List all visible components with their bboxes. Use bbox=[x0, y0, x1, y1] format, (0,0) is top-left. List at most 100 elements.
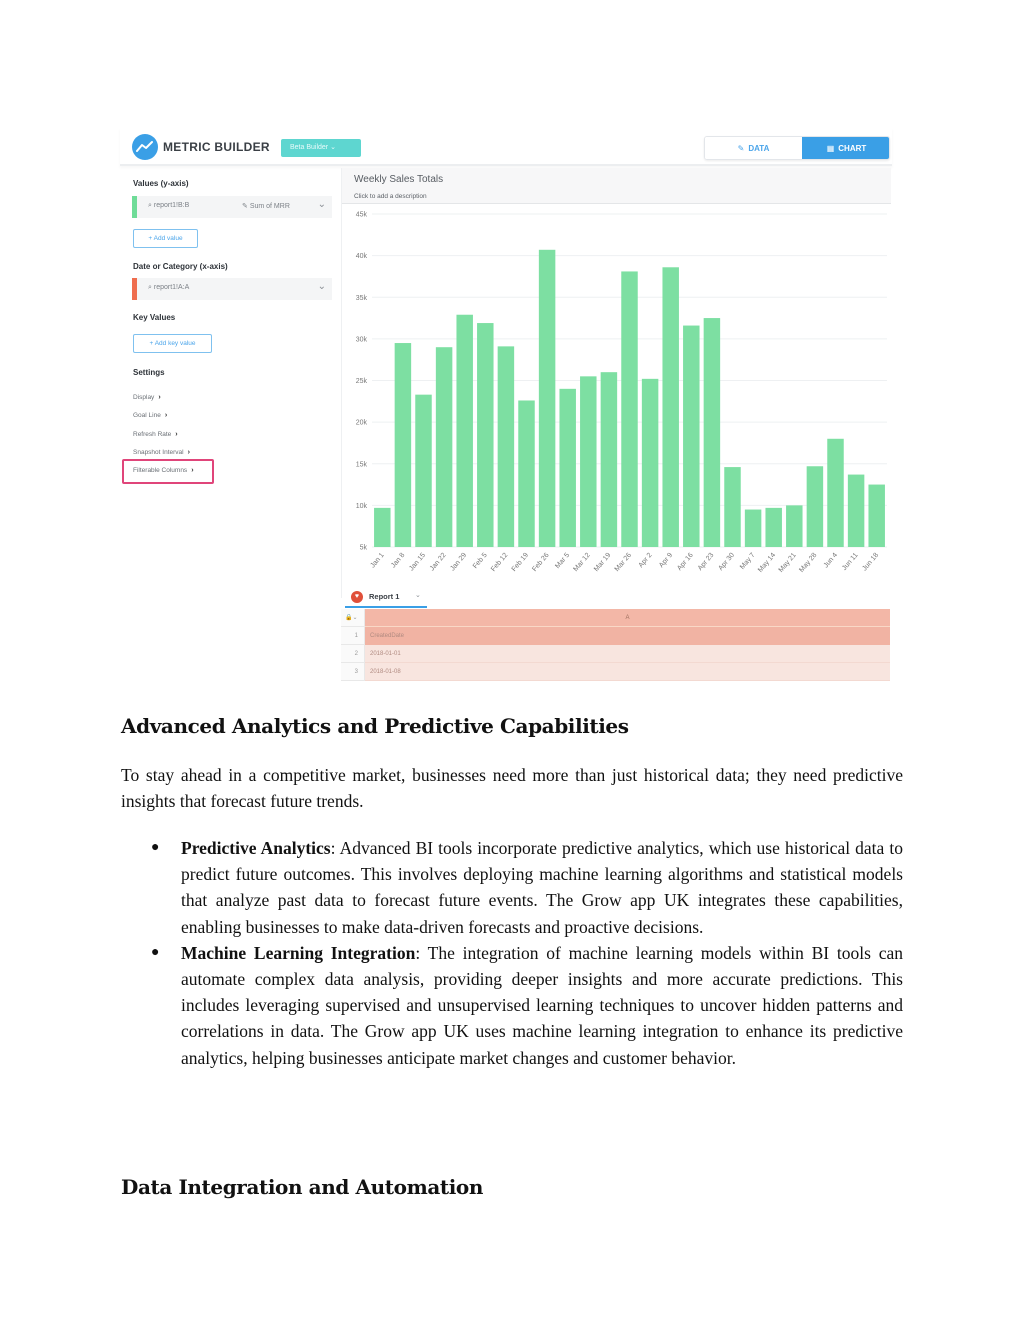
list-item: ● Predictive Analytics: Advanced BI tool… bbox=[151, 835, 903, 940]
y-tick-label: 45k bbox=[356, 212, 368, 219]
beta-builder-label: Beta Builder bbox=[290, 144, 329, 151]
bar[interactable] bbox=[580, 376, 597, 547]
section-heading: Advanced Analytics and Predictive Capabi… bbox=[121, 714, 629, 738]
column-header-a[interactable]: A bbox=[365, 609, 890, 627]
settings-item-refresh-rate[interactable]: Refresh Rate › bbox=[133, 431, 178, 438]
data-tab[interactable]: ✎ DATA bbox=[705, 137, 802, 159]
y-tick-label: 40k bbox=[356, 253, 368, 260]
bar[interactable] bbox=[868, 484, 885, 547]
x-tick-label: Feb 26 bbox=[531, 552, 550, 573]
bar[interactable] bbox=[641, 378, 659, 547]
report-tab-label: Report 1 bbox=[369, 592, 400, 601]
category-source: ⌕ report1!A:A bbox=[148, 284, 189, 292]
bar[interactable] bbox=[538, 249, 556, 548]
bar[interactable] bbox=[415, 394, 432, 547]
chart-tab[interactable]: ▦ CHART bbox=[802, 137, 889, 159]
report-tabs: ♥ Report 1 ⌄ bbox=[341, 587, 890, 609]
x-tick-label: Feb 19 bbox=[511, 552, 530, 573]
grid-cell[interactable]: 2018-01-01 bbox=[365, 645, 890, 663]
brand-name: METRIC BUILDER bbox=[163, 140, 270, 154]
category-source-text: report1!A:A bbox=[153, 284, 190, 291]
chevron-down-icon[interactable]: ⌄ bbox=[318, 281, 326, 292]
list-item-term: Machine Learning Integration bbox=[181, 942, 416, 963]
grid-cell[interactable]: CreatedDate bbox=[365, 627, 890, 645]
value-color-bar bbox=[132, 196, 137, 218]
pencil-icon: ✎ bbox=[242, 203, 250, 210]
settings-item-label: Filterable Columns bbox=[133, 467, 188, 474]
x-tick-label: Jan 8 bbox=[390, 552, 406, 570]
view-toggle: ✎ DATA ▦ CHART bbox=[704, 136, 890, 160]
x-tick-label: Mar 5 bbox=[554, 552, 571, 570]
values-section-title: Values (y-axis) bbox=[133, 179, 189, 188]
x-tick-label: Mar 12 bbox=[572, 552, 591, 573]
x-tick-label: May 14 bbox=[757, 552, 777, 574]
chevron-right-icon: › bbox=[187, 449, 190, 456]
category-section-title: Date or Category (x-axis) bbox=[133, 262, 228, 271]
category-field[interactable]: ⌕ report1!A:A ⌄ bbox=[132, 278, 332, 300]
chart-title[interactable]: Weekly Sales Totals bbox=[354, 174, 443, 185]
grid-cell[interactable]: 2018-01-08 bbox=[365, 663, 890, 681]
bar[interactable] bbox=[744, 509, 762, 547]
beta-builder-dropdown[interactable]: Beta Builder ⌄ bbox=[281, 139, 361, 157]
value-source-text: report1!B:B bbox=[153, 202, 190, 209]
bar[interactable] bbox=[600, 372, 618, 547]
bar[interactable] bbox=[806, 466, 824, 547]
x-tick-label: Feb 12 bbox=[490, 552, 509, 573]
bar[interactable] bbox=[683, 325, 700, 547]
lock-icon[interactable]: 🔒⌄ bbox=[341, 609, 365, 627]
metric-builder-screenshot: METRIC BUILDER Beta Builder ⌄ ✎ DATA ▦ CHA… bbox=[120, 128, 892, 684]
bar[interactable] bbox=[662, 267, 679, 547]
category-color-bar bbox=[132, 278, 137, 300]
bar[interactable] bbox=[374, 507, 391, 547]
bar[interactable] bbox=[477, 323, 494, 547]
report-grid: 🔒⌄ A 1 CreatedDate 2 2018-01-01 3 2018-0… bbox=[341, 609, 890, 684]
add-value-button[interactable]: + Add value bbox=[133, 229, 198, 248]
chart-icon: ▦ bbox=[826, 144, 835, 153]
x-tick-label: Jan 22 bbox=[429, 552, 448, 573]
bar[interactable] bbox=[518, 400, 535, 547]
x-tick-label: Apr 16 bbox=[676, 552, 695, 572]
report-tab[interactable]: ♥ Report 1 ⌄ bbox=[345, 587, 427, 608]
x-tick-label: Mar 26 bbox=[614, 552, 633, 573]
add-key-value-button[interactable]: + Add key value bbox=[133, 334, 212, 353]
x-tick-label: Apr 23 bbox=[697, 552, 716, 572]
chart-tab-label: CHART bbox=[838, 144, 867, 153]
settings-item-label: Snapshot Interval bbox=[133, 449, 184, 456]
bar[interactable] bbox=[765, 507, 782, 547]
bar[interactable] bbox=[703, 318, 721, 547]
chevron-right-icon: › bbox=[175, 431, 178, 438]
bullet-icon: ● bbox=[151, 840, 160, 855]
bar[interactable] bbox=[456, 314, 473, 547]
x-tick-label: May 28 bbox=[798, 552, 818, 574]
settings-item-display[interactable]: Display › bbox=[133, 394, 161, 401]
settings-item-label: Refresh Rate bbox=[133, 431, 172, 438]
value-aggregation[interactable]: ✎ Sum of MRR bbox=[242, 202, 290, 210]
bar[interactable] bbox=[724, 467, 741, 547]
settings-item-filterable-columns[interactable]: Filterable Columns › bbox=[133, 467, 194, 474]
y-tick-label: 35k bbox=[356, 295, 368, 302]
chevron-down-icon: ⌄ bbox=[330, 144, 336, 151]
bar[interactable] bbox=[827, 438, 844, 547]
bar[interactable] bbox=[497, 346, 515, 547]
bar[interactable] bbox=[394, 343, 412, 547]
x-tick-label: Jan 1 bbox=[369, 552, 385, 570]
value-field[interactable]: ⌕ report1!B:B ✎ Sum of MRR ⌄ bbox=[132, 196, 332, 218]
row-index: 2 bbox=[341, 645, 365, 663]
bar[interactable] bbox=[621, 271, 638, 547]
row-index: 3 bbox=[341, 663, 365, 681]
chart-header: Weekly Sales Totals Click to add a descr… bbox=[342, 168, 891, 204]
metric-builder-logo-icon bbox=[132, 134, 158, 160]
settings-item-snapshot-interval[interactable]: Snapshot Interval › bbox=[133, 449, 190, 456]
settings-item-goal-line[interactable]: Goal Line › bbox=[133, 412, 167, 419]
chevron-right-icon: › bbox=[191, 467, 194, 474]
bar[interactable] bbox=[435, 347, 453, 547]
bar[interactable] bbox=[786, 505, 803, 547]
bar[interactable] bbox=[847, 474, 865, 547]
bar[interactable] bbox=[559, 388, 576, 547]
chart-description[interactable]: Click to add a description bbox=[354, 193, 427, 200]
settings-item-label: Display bbox=[133, 394, 155, 401]
top-bar: METRIC BUILDER Beta Builder ⌄ ✎ DATA ▦ CHA… bbox=[120, 128, 892, 166]
chevron-right-icon: › bbox=[164, 412, 168, 419]
chevron-down-icon[interactable]: ⌄ bbox=[318, 199, 326, 210]
x-tick-label: Jan 29 bbox=[449, 552, 468, 573]
